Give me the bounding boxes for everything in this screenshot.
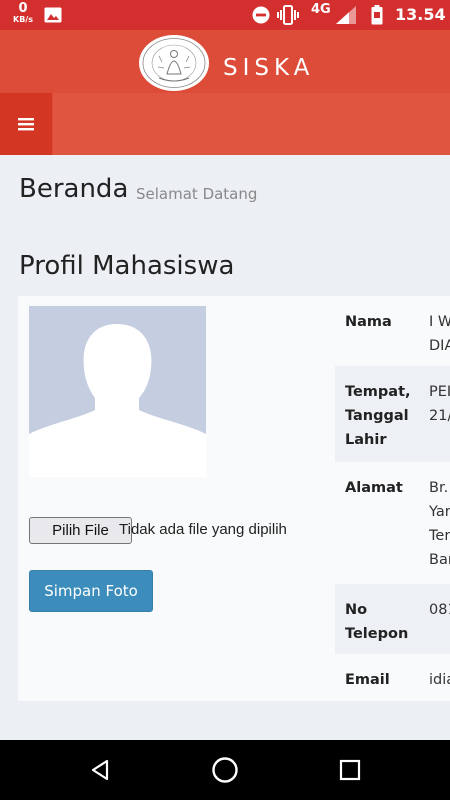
- value-phone: 081: [429, 602, 450, 618]
- dnd-icon: [252, 6, 270, 24]
- hamburger-icon: [18, 118, 34, 131]
- choose-file-button[interactable]: Pilih File: [29, 517, 132, 544]
- label-phone: No Telepon: [345, 602, 409, 642]
- navbar: [0, 93, 450, 155]
- value-name: I W DIA: [429, 314, 450, 354]
- save-photo-button[interactable]: Simpan Foto: [29, 570, 153, 612]
- value-birth: PEI 21/: [429, 384, 450, 424]
- system-nav-bar: [0, 740, 450, 800]
- brand-name: SISKA: [223, 55, 315, 81]
- network-type: 4G: [311, 2, 331, 17]
- page-title: Beranda: [19, 174, 129, 204]
- label-email: Email: [345, 672, 390, 688]
- back-icon[interactable]: [88, 758, 112, 782]
- profile-row-birth: Tempat, Tanggal Lahir PEI 21/: [335, 366, 450, 462]
- status-bar: 0 KB/s 4G 13.54: [0, 0, 450, 30]
- value-address: Br. Yar Ter Bar: [429, 480, 450, 568]
- label-address: Alamat: [345, 480, 403, 496]
- speed-unit: KB/s: [13, 15, 33, 24]
- image-icon: [44, 7, 62, 23]
- section-title: Profil Mahasiswa: [19, 251, 235, 281]
- university-seal-logo: [139, 35, 209, 91]
- clock: 13.54: [395, 5, 446, 24]
- profile-row-address: Alamat Br. Yar Ter Bar: [335, 462, 450, 584]
- profile-row-email: Email idia: [335, 654, 450, 701]
- network-speed: 0 KB/s: [12, 2, 34, 24]
- label-name: Nama: [345, 314, 392, 330]
- label-birth: Tempat, Tanggal Lahir: [345, 384, 411, 448]
- sidebar-toggle-button[interactable]: [0, 93, 52, 155]
- battery-icon: [371, 5, 383, 25]
- value-email: idia: [429, 672, 450, 688]
- profile-card: Pilih File Tidak ada file yang dipilih S…: [18, 296, 450, 701]
- navbar-right-area: [53, 93, 450, 155]
- profile-row-name: Nama I W DIA: [335, 296, 450, 366]
- page-subtitle: Selamat Datang: [136, 185, 258, 203]
- signal-icon: [336, 6, 356, 24]
- profile-row-phone: No Telepon 081: [335, 584, 450, 654]
- avatar-silhouette-icon: [29, 306, 206, 477]
- vibrate-icon: [277, 5, 299, 25]
- home-icon[interactable]: [211, 756, 239, 784]
- recent-apps-icon[interactable]: [339, 759, 361, 781]
- no-file-text: Tidak ada file yang dipilih: [119, 521, 287, 538]
- profile-photo: [29, 306, 206, 477]
- speed-value: 0: [18, 1, 28, 16]
